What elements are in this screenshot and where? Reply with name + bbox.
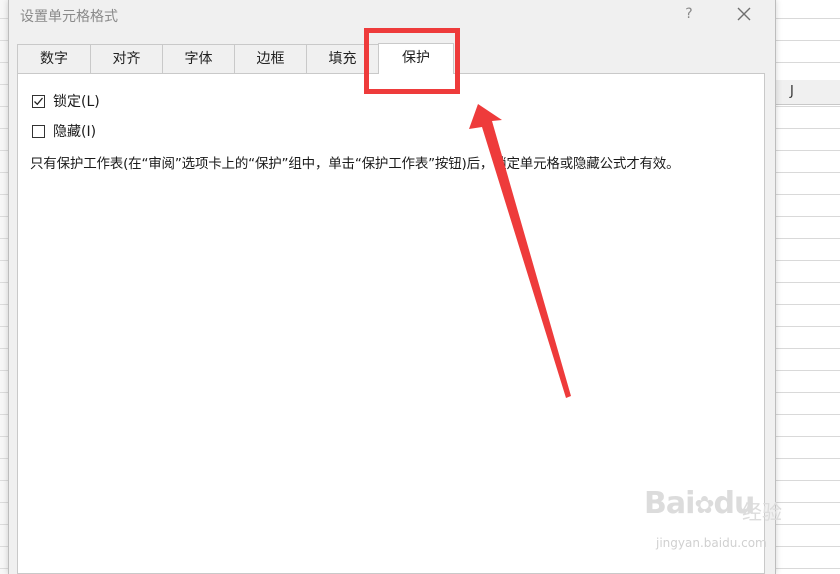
- watermark-text: 经验: [742, 500, 782, 524]
- column-header-row: [774, 80, 840, 105]
- tab-border[interactable]: 边框: [234, 44, 307, 73]
- dialog-titlebar: 设置单元格格式 ?: [9, 0, 775, 30]
- tab-protection[interactable]: 保护: [378, 43, 454, 74]
- sheet-left-edge: [0, 0, 8, 574]
- locked-option[interactable]: 锁定(L): [32, 92, 100, 110]
- locked-checkbox[interactable]: [32, 94, 45, 108]
- hidden-label: 隐藏(I): [53, 124, 97, 140]
- hidden-checkbox[interactable]: [32, 124, 45, 138]
- dialog-title: 设置单元格格式: [20, 9, 118, 25]
- tab-alignment[interactable]: 对齐: [90, 44, 163, 73]
- protection-description: 只有保护工作表(在“审阅”选项卡上的“保护”组中，单击“保护工作表”按钮)后，锁…: [30, 156, 680, 172]
- baidu-logo: Bai✿du: [644, 486, 755, 521]
- close-button[interactable]: [733, 3, 755, 25]
- help-button[interactable]: ?: [679, 4, 699, 24]
- column-header-j: J: [790, 84, 794, 99]
- tab-number[interactable]: 数字: [17, 44, 91, 73]
- checkmark-icon: [34, 97, 44, 105]
- baidu-watermark: Bai✿du 经验 jingyan.baidu.com: [644, 486, 834, 556]
- locked-label: 锁定(L): [53, 94, 100, 110]
- close-icon: [737, 7, 751, 21]
- watermark-url: jingyan.baidu.com: [656, 536, 767, 550]
- tab-font[interactable]: 字体: [162, 44, 235, 73]
- hidden-option[interactable]: 隐藏(I): [32, 122, 96, 140]
